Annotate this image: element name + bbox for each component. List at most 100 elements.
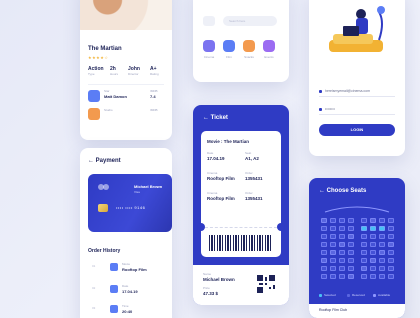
barcode xyxy=(209,235,273,251)
seat[interactable] xyxy=(348,266,354,271)
movie-rating-stars: ★★★★☆ xyxy=(88,55,109,60)
seat[interactable] xyxy=(370,234,376,239)
seat[interactable] xyxy=(388,234,394,239)
seat[interactable] xyxy=(348,218,354,223)
seat[interactable] xyxy=(330,218,336,223)
order-number: 01 xyxy=(92,264,96,268)
seat[interactable] xyxy=(330,234,336,239)
seat[interactable] xyxy=(370,242,376,247)
order-value: 20:40 xyxy=(122,309,133,314)
seat[interactable] xyxy=(348,242,354,247)
seat[interactable] xyxy=(339,234,345,239)
seat[interactable] xyxy=(321,242,327,247)
seat[interactable] xyxy=(370,274,376,279)
seat[interactable] xyxy=(379,226,385,231)
ticket-footer: Name Michael Brown Price 47.33 $ xyxy=(193,265,289,305)
seat[interactable] xyxy=(361,242,367,247)
arrow-left-icon[interactable]: ← xyxy=(319,188,327,194)
star-avatar-icon xyxy=(88,90,100,102)
seat[interactable] xyxy=(348,250,354,255)
seat[interactable] xyxy=(330,266,336,271)
seat[interactable] xyxy=(370,218,376,223)
seat[interactable] xyxy=(370,250,376,255)
seat[interactable] xyxy=(330,242,336,247)
seat[interactable] xyxy=(339,242,345,247)
row-tag: IMDB xyxy=(150,89,158,93)
row-name: Matt Damon xyxy=(104,94,127,99)
seat[interactable] xyxy=(361,266,367,271)
email-field[interactable]: hereismyemail@cinema.com xyxy=(319,86,395,97)
seat[interactable] xyxy=(348,226,354,231)
seat[interactable] xyxy=(379,218,385,223)
movie-stat-rating: A+ Rating xyxy=(150,66,159,76)
seat[interactable] xyxy=(388,274,394,279)
seat[interactable] xyxy=(348,258,354,263)
row-tag: IMDB xyxy=(150,108,158,112)
legend-label: Available xyxy=(378,293,391,297)
seat[interactable] xyxy=(379,242,385,247)
seat[interactable] xyxy=(330,258,336,263)
seat[interactable] xyxy=(388,250,394,255)
seat[interactable] xyxy=(361,234,367,239)
order-label: Movie xyxy=(122,262,131,266)
credit-card[interactable]: Michael Brown Visa •••• •••• 9146 xyxy=(88,174,172,232)
ticket-field-label: Order xyxy=(245,191,253,195)
ticket-field-value: 17.04.19 xyxy=(207,156,225,161)
events-icon[interactable] xyxy=(263,40,275,52)
seat[interactable] xyxy=(321,250,327,255)
seat[interactable] xyxy=(361,250,367,255)
seat[interactable] xyxy=(339,266,345,271)
seat[interactable] xyxy=(321,258,327,263)
payment-header: ← Payment xyxy=(88,158,121,164)
seat[interactable] xyxy=(339,274,345,279)
seat[interactable] xyxy=(339,250,345,255)
seat[interactable] xyxy=(339,218,345,223)
movie-detail-card: The Martian ★★★★☆ Action Type 2h Hours J… xyxy=(80,0,172,140)
seat[interactable] xyxy=(361,258,367,263)
seat[interactable] xyxy=(321,234,327,239)
seat[interactable] xyxy=(388,218,394,223)
card-chip-icon xyxy=(98,204,108,212)
arrow-left-icon[interactable]: ← xyxy=(203,115,211,121)
seat[interactable] xyxy=(388,242,394,247)
legend-label: Selected xyxy=(324,293,336,297)
seat[interactable] xyxy=(379,274,385,279)
film-icon[interactable] xyxy=(223,40,235,52)
seat[interactable] xyxy=(370,266,376,271)
seat[interactable] xyxy=(379,234,385,239)
seat[interactable] xyxy=(388,226,394,231)
seat[interactable] xyxy=(388,258,394,263)
passenger-name: Michael Brown xyxy=(203,277,235,282)
seat[interactable] xyxy=(348,234,354,239)
ticket-field-value: Rooftop Film xyxy=(207,196,235,201)
snacks-icon[interactable] xyxy=(243,40,255,52)
ticket-header: ← Ticket xyxy=(203,115,228,121)
seat[interactable] xyxy=(330,274,336,279)
seat[interactable] xyxy=(370,226,376,231)
seat[interactable] xyxy=(321,218,327,223)
search-input[interactable]: Search here xyxy=(223,16,277,26)
seat[interactable] xyxy=(388,266,394,271)
seat[interactable] xyxy=(379,250,385,255)
seat[interactable] xyxy=(361,226,367,231)
movie-stat-hours: 2h Hours xyxy=(110,66,119,76)
arrow-left-icon[interactable]: ← xyxy=(88,158,96,164)
login-button[interactable]: LOGIN xyxy=(319,124,395,136)
seat[interactable] xyxy=(330,250,336,255)
seat[interactable] xyxy=(379,258,385,263)
seat[interactable] xyxy=(348,274,354,279)
seat[interactable] xyxy=(370,258,376,263)
seat[interactable] xyxy=(361,218,367,223)
seat[interactable] xyxy=(321,274,327,279)
seat[interactable] xyxy=(321,266,327,271)
seat[interactable] xyxy=(321,226,327,231)
seat[interactable] xyxy=(330,226,336,231)
menu-icon[interactable] xyxy=(203,16,215,26)
seat[interactable] xyxy=(361,274,367,279)
seat[interactable] xyxy=(339,258,345,263)
cinema-icon[interactable] xyxy=(203,40,215,52)
seat[interactable] xyxy=(339,226,345,231)
password-field[interactable]: •••••••• xyxy=(319,104,395,115)
ticket-notch xyxy=(197,223,205,231)
seat[interactable] xyxy=(379,266,385,271)
